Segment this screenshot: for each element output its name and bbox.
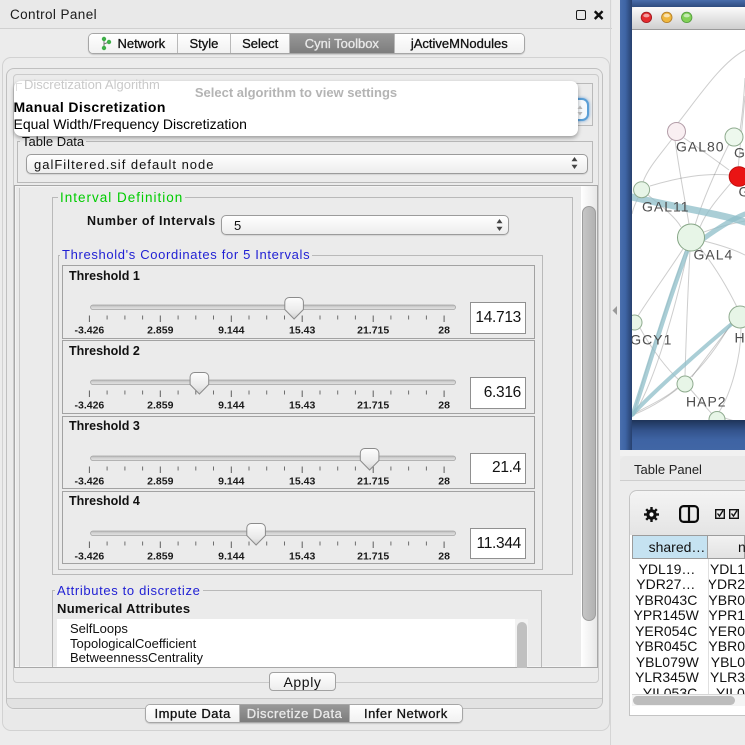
svg-text:21.715: 21.715 (357, 325, 389, 337)
svg-text:28: 28 (438, 325, 450, 337)
svg-text:-3.426: -3.426 (75, 475, 105, 487)
svg-text:GA: GA (734, 145, 745, 161)
svg-text:9.144: 9.144 (218, 475, 244, 487)
svg-text:2.859: 2.859 (147, 475, 173, 487)
svg-text:GAL11: GAL11 (642, 199, 690, 215)
svg-text:28: 28 (438, 475, 450, 487)
svg-text:28: 28 (438, 400, 450, 412)
svg-text:G: G (739, 184, 745, 200)
svg-text:2.859: 2.859 (147, 550, 173, 562)
svg-text:15.43: 15.43 (289, 550, 315, 562)
svg-text:-3.426: -3.426 (75, 550, 105, 562)
svg-text:15.43: 15.43 (289, 325, 315, 337)
svg-text:2.859: 2.859 (147, 400, 173, 412)
svg-text:9.144: 9.144 (218, 550, 244, 562)
svg-text:2.859: 2.859 (147, 325, 173, 337)
svg-text:21.715: 21.715 (357, 550, 389, 562)
svg-text:21.715: 21.715 (357, 400, 389, 412)
svg-text:21.715: 21.715 (357, 475, 389, 487)
svg-text:GAL80: GAL80 (676, 139, 725, 155)
svg-text:15.43: 15.43 (289, 475, 315, 487)
svg-text:H: H (735, 330, 745, 346)
svg-text:GAL4: GAL4 (694, 247, 734, 263)
svg-text:-3.426: -3.426 (75, 400, 105, 412)
svg-text:9.144: 9.144 (218, 325, 244, 337)
svg-text:GCY1: GCY1 (632, 332, 672, 348)
svg-text:15.43: 15.43 (289, 400, 315, 412)
svg-text:-3.426: -3.426 (75, 325, 105, 337)
svg-text:HAP2: HAP2 (686, 394, 727, 410)
svg-text:9.144: 9.144 (218, 400, 244, 412)
svg-text:28: 28 (438, 550, 450, 562)
